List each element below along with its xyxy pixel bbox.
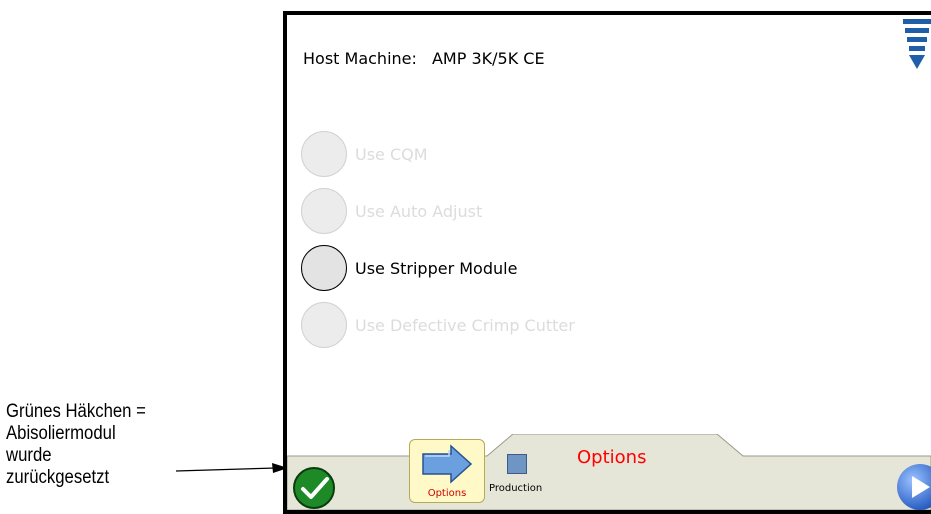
stop-square-icon <box>507 454 527 474</box>
options-button[interactable]: Options <box>409 439 485 503</box>
callout-text: Grünes Häkchen = Abisoliermodul wurde zu… <box>6 401 182 489</box>
device-screen: Host Machine: AMP 3K/5K CE Use CQM Use A… <box>283 11 931 514</box>
next-arrow-icon <box>912 476 930 498</box>
bottom-toolbar: Options Options Production <box>287 434 931 510</box>
option-toggle[interactable] <box>301 302 347 348</box>
option-label: Use Defective Crimp Cutter <box>355 315 575 335</box>
option-toggle[interactable] <box>301 188 347 234</box>
option-toggle[interactable] <box>301 131 347 177</box>
option-use-cqm[interactable]: Use CQM <box>301 129 428 179</box>
option-use-stripper-module[interactable]: Use Stripper Module <box>301 243 517 293</box>
option-label: Use Stripper Module <box>355 258 518 278</box>
option-label: Use Auto Adjust <box>355 201 483 221</box>
callout-line: wurde <box>6 445 52 466</box>
tab-title: Options <box>577 447 647 468</box>
callout-line: Grünes Häkchen = <box>6 401 146 422</box>
toolbar-tab-shape <box>287 434 931 510</box>
production-button[interactable]: Production <box>485 446 555 504</box>
menu-triangle-icon[interactable] <box>903 15 931 75</box>
host-machine-value: AMP 3K/5K CE <box>431 49 545 68</box>
option-use-defective-crimp-cutter[interactable]: Use Defective Crimp Cutter <box>301 300 575 350</box>
host-machine-label: Host Machine: <box>303 49 417 68</box>
callout-line: zurückgesetzt <box>6 467 110 488</box>
option-toggle[interactable] <box>301 245 347 291</box>
callout-arrow <box>176 463 288 473</box>
option-label: Use CQM <box>355 144 428 164</box>
options-button-label: Options <box>427 488 467 499</box>
host-machine-row: Host Machine: AMP 3K/5K CE <box>303 49 545 68</box>
arrow-right-icon <box>422 444 473 484</box>
option-use-auto-adjust[interactable]: Use Auto Adjust <box>301 186 482 236</box>
ok-button[interactable] <box>293 467 335 509</box>
callout-line: Abisoliermodul <box>6 423 116 444</box>
production-button-label: Production <box>489 483 543 494</box>
green-checkmark-icon <box>301 477 329 499</box>
